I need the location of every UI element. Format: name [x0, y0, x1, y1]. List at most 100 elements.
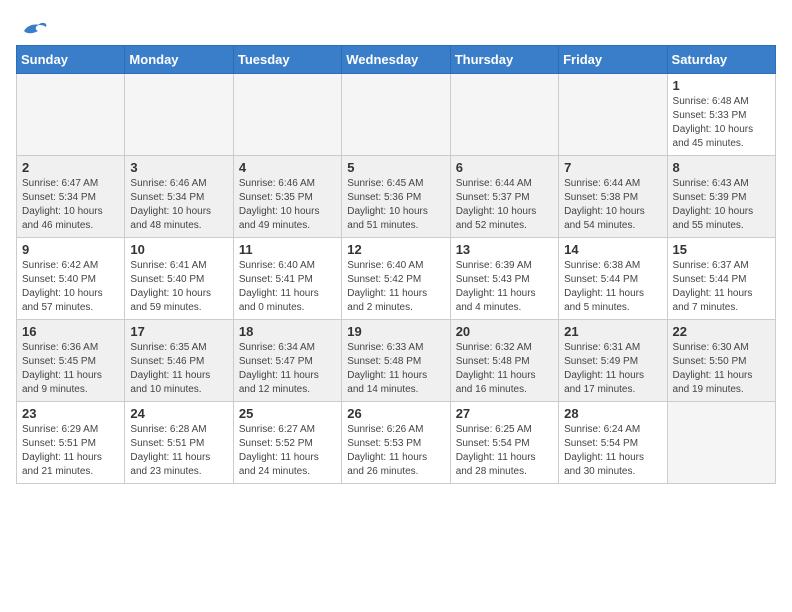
weekday-header-wednesday: Wednesday: [342, 46, 450, 74]
day-info: Sunrise: 6:44 AM Sunset: 5:37 PM Dayligh…: [456, 177, 553, 233]
day-info: Sunrise: 6:26 AM Sunset: 5:53 PM Dayligh…: [347, 423, 444, 479]
day-number: 7: [564, 160, 661, 175]
weekday-header-sunday: Sunday: [17, 46, 125, 74]
day-number: 27: [456, 406, 553, 421]
day-number: 15: [673, 242, 770, 257]
calendar-week-row: 23 Sunrise: 6:29 AM Sunset: 5:51 PM Dayli…: [17, 402, 776, 484]
calendar-day-cell: 10 Sunrise: 6:41 AM Sunset: 5:40 PM Dayli…: [125, 238, 233, 320]
calendar-day-cell: 19 Sunrise: 6:33 AM Sunset: 5:48 PM Dayli…: [342, 320, 450, 402]
calendar-day-cell: [233, 74, 341, 156]
calendar-day-cell: 7 Sunrise: 6:44 AM Sunset: 5:38 PM Daylig…: [559, 156, 667, 238]
day-info: Sunrise: 6:34 AM Sunset: 5:47 PM Dayligh…: [239, 341, 336, 397]
day-info: Sunrise: 6:40 AM Sunset: 5:42 PM Dayligh…: [347, 259, 444, 315]
calendar-day-cell: 27 Sunrise: 6:25 AM Sunset: 5:54 PM Dayli…: [450, 402, 558, 484]
calendar-day-cell: 5 Sunrise: 6:45 AM Sunset: 5:36 PM Daylig…: [342, 156, 450, 238]
calendar-day-cell: 2Sunrise: 6:47 AM Sunset: 5:34 PM Daylig…: [17, 156, 125, 238]
calendar-week-row: 16 Sunrise: 6:36 AM Sunset: 5:45 PM Dayli…: [17, 320, 776, 402]
calendar-day-cell: 17 Sunrise: 6:35 AM Sunset: 5:46 PM Dayli…: [125, 320, 233, 402]
calendar-day-cell: 16 Sunrise: 6:36 AM Sunset: 5:45 PM Dayli…: [17, 320, 125, 402]
weekday-header-monday: Monday: [125, 46, 233, 74]
calendar-day-cell: 15 Sunrise: 6:37 AM Sunset: 5:44 PM Dayli…: [667, 238, 775, 320]
day-number: 17: [130, 324, 227, 339]
day-number: 20: [456, 324, 553, 339]
day-number: 18: [239, 324, 336, 339]
day-number: 6: [456, 160, 553, 175]
day-number: 23: [22, 406, 119, 421]
header: [16, 16, 776, 37]
day-info: Sunrise: 6:46 AM Sunset: 5:35 PM Dayligh…: [239, 177, 336, 233]
day-number: 12: [347, 242, 444, 257]
calendar-day-cell: 20 Sunrise: 6:32 AM Sunset: 5:48 PM Dayli…: [450, 320, 558, 402]
day-number: 1: [673, 78, 770, 93]
calendar-day-cell: 18 Sunrise: 6:34 AM Sunset: 5:47 PM Dayli…: [233, 320, 341, 402]
calendar-day-cell: [559, 74, 667, 156]
day-number: 11: [239, 242, 336, 257]
calendar-day-cell: 8 Sunrise: 6:43 AM Sunset: 5:39 PM Daylig…: [667, 156, 775, 238]
calendar-day-cell: 3 Sunrise: 6:46 AM Sunset: 5:34 PM Daylig…: [125, 156, 233, 238]
day-info: Sunrise: 6:39 AM Sunset: 5:43 PM Dayligh…: [456, 259, 553, 315]
day-info: Sunrise: 6:42 AM Sunset: 5:40 PM Dayligh…: [22, 259, 119, 315]
day-info: Sunrise: 6:40 AM Sunset: 5:41 PM Dayligh…: [239, 259, 336, 315]
weekday-header-friday: Friday: [559, 46, 667, 74]
day-info: Sunrise: 6:47 AM Sunset: 5:34 PM Dayligh…: [22, 177, 119, 233]
calendar-day-cell: 6 Sunrise: 6:44 AM Sunset: 5:37 PM Daylig…: [450, 156, 558, 238]
day-info: Sunrise: 6:45 AM Sunset: 5:36 PM Dayligh…: [347, 177, 444, 233]
day-info: Sunrise: 6:35 AM Sunset: 5:46 PM Dayligh…: [130, 341, 227, 397]
calendar-day-cell: 11 Sunrise: 6:40 AM Sunset: 5:41 PM Dayli…: [233, 238, 341, 320]
day-info: Sunrise: 6:31 AM Sunset: 5:49 PM Dayligh…: [564, 341, 661, 397]
calendar-day-cell: 22 Sunrise: 6:30 AM Sunset: 5:50 PM Dayli…: [667, 320, 775, 402]
day-info: Sunrise: 6:30 AM Sunset: 5:50 PM Dayligh…: [673, 341, 770, 397]
day-info: Sunrise: 6:32 AM Sunset: 5:48 PM Dayligh…: [456, 341, 553, 397]
day-info: Sunrise: 6:28 AM Sunset: 5:51 PM Dayligh…: [130, 423, 227, 479]
day-number: 13: [456, 242, 553, 257]
day-number: 14: [564, 242, 661, 257]
day-info: Sunrise: 6:24 AM Sunset: 5:54 PM Dayligh…: [564, 423, 661, 479]
calendar-day-cell: 12 Sunrise: 6:40 AM Sunset: 5:42 PM Dayli…: [342, 238, 450, 320]
calendar-table: SundayMondayTuesdayWednesdayThursdayFrid…: [16, 45, 776, 484]
day-info: Sunrise: 6:33 AM Sunset: 5:48 PM Dayligh…: [347, 341, 444, 397]
calendar-day-cell: [450, 74, 558, 156]
day-info: Sunrise: 6:38 AM Sunset: 5:44 PM Dayligh…: [564, 259, 661, 315]
calendar-day-cell: 24Sunrise: 6:28 AM Sunset: 5:51 PM Dayli…: [125, 402, 233, 484]
calendar-week-row: 1Sunrise: 6:48 AM Sunset: 5:33 PM Daylig…: [17, 74, 776, 156]
calendar-day-cell: [125, 74, 233, 156]
calendar-day-cell: 26Sunrise: 6:26 AM Sunset: 5:53 PM Dayli…: [342, 402, 450, 484]
calendar-day-cell: 4Sunrise: 6:46 AM Sunset: 5:35 PM Daylig…: [233, 156, 341, 238]
calendar-day-cell: 1Sunrise: 6:48 AM Sunset: 5:33 PM Daylig…: [667, 74, 775, 156]
calendar-day-cell: 25 Sunrise: 6:27 AM Sunset: 5:52 PM Dayli…: [233, 402, 341, 484]
day-number: 3: [130, 160, 227, 175]
calendar-week-row: 2Sunrise: 6:47 AM Sunset: 5:34 PM Daylig…: [17, 156, 776, 238]
day-number: 25: [239, 406, 336, 421]
weekday-header-saturday: Saturday: [667, 46, 775, 74]
day-info: Sunrise: 6:44 AM Sunset: 5:38 PM Dayligh…: [564, 177, 661, 233]
calendar-day-cell: [667, 402, 775, 484]
day-number: 21: [564, 324, 661, 339]
day-number: 9: [22, 242, 119, 257]
calendar-week-row: 9 Sunrise: 6:42 AM Sunset: 5:40 PM Daylig…: [17, 238, 776, 320]
day-info: Sunrise: 6:36 AM Sunset: 5:45 PM Dayligh…: [22, 341, 119, 397]
day-number: 10: [130, 242, 227, 257]
calendar-day-cell: 21 Sunrise: 6:31 AM Sunset: 5:49 PM Dayli…: [559, 320, 667, 402]
calendar-day-cell: 23 Sunrise: 6:29 AM Sunset: 5:51 PM Dayli…: [17, 402, 125, 484]
day-info: Sunrise: 6:46 AM Sunset: 5:34 PM Dayligh…: [130, 177, 227, 233]
day-number: 5: [347, 160, 444, 175]
day-info: Sunrise: 6:25 AM Sunset: 5:54 PM Dayligh…: [456, 423, 553, 479]
logo-bird-icon: [20, 17, 48, 37]
day-info: Sunrise: 6:29 AM Sunset: 5:51 PM Dayligh…: [22, 423, 119, 479]
logo: [16, 16, 48, 37]
day-number: 19: [347, 324, 444, 339]
day-info: Sunrise: 6:43 AM Sunset: 5:39 PM Dayligh…: [673, 177, 770, 233]
day-number: 16: [22, 324, 119, 339]
calendar-day-cell: 13 Sunrise: 6:39 AM Sunset: 5:43 PM Dayli…: [450, 238, 558, 320]
day-info: Sunrise: 6:37 AM Sunset: 5:44 PM Dayligh…: [673, 259, 770, 315]
day-info: Sunrise: 6:41 AM Sunset: 5:40 PM Dayligh…: [130, 259, 227, 315]
day-info: Sunrise: 6:27 AM Sunset: 5:52 PM Dayligh…: [239, 423, 336, 479]
weekday-header-thursday: Thursday: [450, 46, 558, 74]
weekday-header-tuesday: Tuesday: [233, 46, 341, 74]
calendar-day-cell: 9 Sunrise: 6:42 AM Sunset: 5:40 PM Daylig…: [17, 238, 125, 320]
day-number: 22: [673, 324, 770, 339]
calendar-day-cell: [342, 74, 450, 156]
day-number: 8: [673, 160, 770, 175]
day-number: 28: [564, 406, 661, 421]
calendar-day-cell: [17, 74, 125, 156]
